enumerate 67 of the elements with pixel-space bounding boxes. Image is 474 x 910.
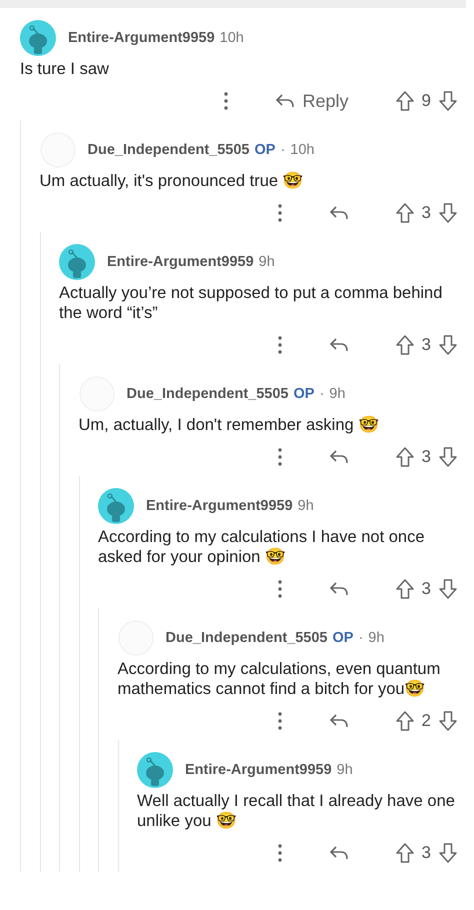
timestamp: 9h bbox=[298, 498, 314, 514]
separator-dot: · bbox=[280, 142, 286, 158]
downvote-icon[interactable] bbox=[438, 90, 458, 112]
upvote-icon[interactable] bbox=[394, 446, 415, 468]
reply-icon[interactable] bbox=[328, 713, 349, 729]
comment-text: Well actually I recall that I already have one unlike you 🤓 bbox=[137, 791, 456, 831]
comment-text: Actually you’re not supposed to put a comma behind the word “it’s” bbox=[59, 283, 444, 323]
upvote-icon[interactable] bbox=[394, 842, 415, 864]
more-options-icon[interactable] bbox=[276, 335, 283, 355]
reply-icon[interactable] bbox=[328, 205, 349, 221]
op-tag: OP bbox=[254, 142, 276, 158]
timestamp: 9h bbox=[329, 386, 346, 402]
more-options-icon[interactable] bbox=[276, 843, 283, 863]
downvote-icon[interactable] bbox=[438, 446, 458, 468]
username[interactable]: Due_Independent_5505 bbox=[166, 630, 328, 646]
vote-count: 3 bbox=[422, 579, 431, 599]
timestamp: 10h bbox=[220, 30, 244, 46]
downvote-icon[interactable] bbox=[438, 842, 458, 864]
downvote-icon[interactable] bbox=[438, 578, 458, 600]
avatar-icon[interactable] bbox=[59, 244, 95, 280]
downvote-icon[interactable] bbox=[438, 334, 458, 356]
more-options-icon[interactable] bbox=[276, 711, 283, 731]
upvote-icon[interactable] bbox=[394, 710, 415, 732]
more-options-icon[interactable] bbox=[276, 579, 283, 599]
upvote-icon[interactable] bbox=[394, 202, 415, 224]
vote-count: 9 bbox=[422, 91, 431, 111]
username[interactable]: Due_Independent_5505 bbox=[126, 386, 288, 402]
more-options-icon[interactable] bbox=[222, 91, 228, 111]
reply-button[interactable]: Reply bbox=[274, 90, 349, 112]
vote-count: 3 bbox=[422, 843, 431, 863]
vote-count: 3 bbox=[422, 203, 431, 223]
vote-count: 2 bbox=[422, 711, 431, 731]
timestamp: 9h bbox=[258, 254, 275, 270]
username[interactable]: Entire-Argument9959 bbox=[107, 254, 254, 270]
avatar-icon[interactable] bbox=[137, 752, 173, 788]
vote-count: 3 bbox=[422, 447, 431, 467]
username[interactable]: Due_Independent_5505 bbox=[88, 142, 250, 158]
username[interactable]: Entire-Argument9959 bbox=[68, 30, 215, 46]
separator-dot: · bbox=[358, 630, 364, 646]
timestamp: 10h bbox=[290, 142, 314, 158]
comment-text: According to my calculations I have not once asked for your opinion 🤓 bbox=[98, 527, 426, 567]
comment-text: Um actually, it's pronounced true 🤓 bbox=[40, 171, 305, 191]
reply-icon[interactable] bbox=[328, 581, 349, 597]
reply-icon bbox=[274, 93, 294, 109]
timestamp: 9h bbox=[336, 762, 353, 778]
reply-icon[interactable] bbox=[328, 449, 349, 465]
op-tag: OP bbox=[332, 630, 354, 646]
comment-text: Um, actually, I don't remember asking 🤓 bbox=[78, 415, 380, 435]
upvote-icon[interactable] bbox=[394, 334, 415, 356]
op-tag: OP bbox=[293, 386, 314, 402]
comment-text: According to my calculations, even quantum mathematics cannot find a bitch for you🤓 bbox=[118, 659, 442, 699]
avatar-icon[interactable] bbox=[98, 488, 134, 524]
username[interactable]: Entire-Argument9959 bbox=[146, 498, 293, 514]
reply-icon[interactable] bbox=[328, 337, 349, 353]
comment-text: Is ture I saw bbox=[20, 59, 110, 79]
more-options-icon[interactable] bbox=[276, 203, 283, 223]
upvote-icon[interactable] bbox=[394, 90, 415, 112]
downvote-icon[interactable] bbox=[438, 202, 458, 224]
more-options-icon[interactable] bbox=[276, 447, 283, 467]
downvote-icon[interactable] bbox=[438, 710, 458, 732]
timestamp: 9h bbox=[368, 630, 384, 646]
vote-count: 3 bbox=[422, 335, 431, 355]
avatar-icon[interactable] bbox=[20, 20, 56, 56]
upvote-icon[interactable] bbox=[394, 578, 415, 600]
separator-dot: · bbox=[319, 386, 324, 402]
reply-icon[interactable] bbox=[328, 845, 349, 861]
username[interactable]: Entire-Argument9959 bbox=[185, 762, 332, 778]
